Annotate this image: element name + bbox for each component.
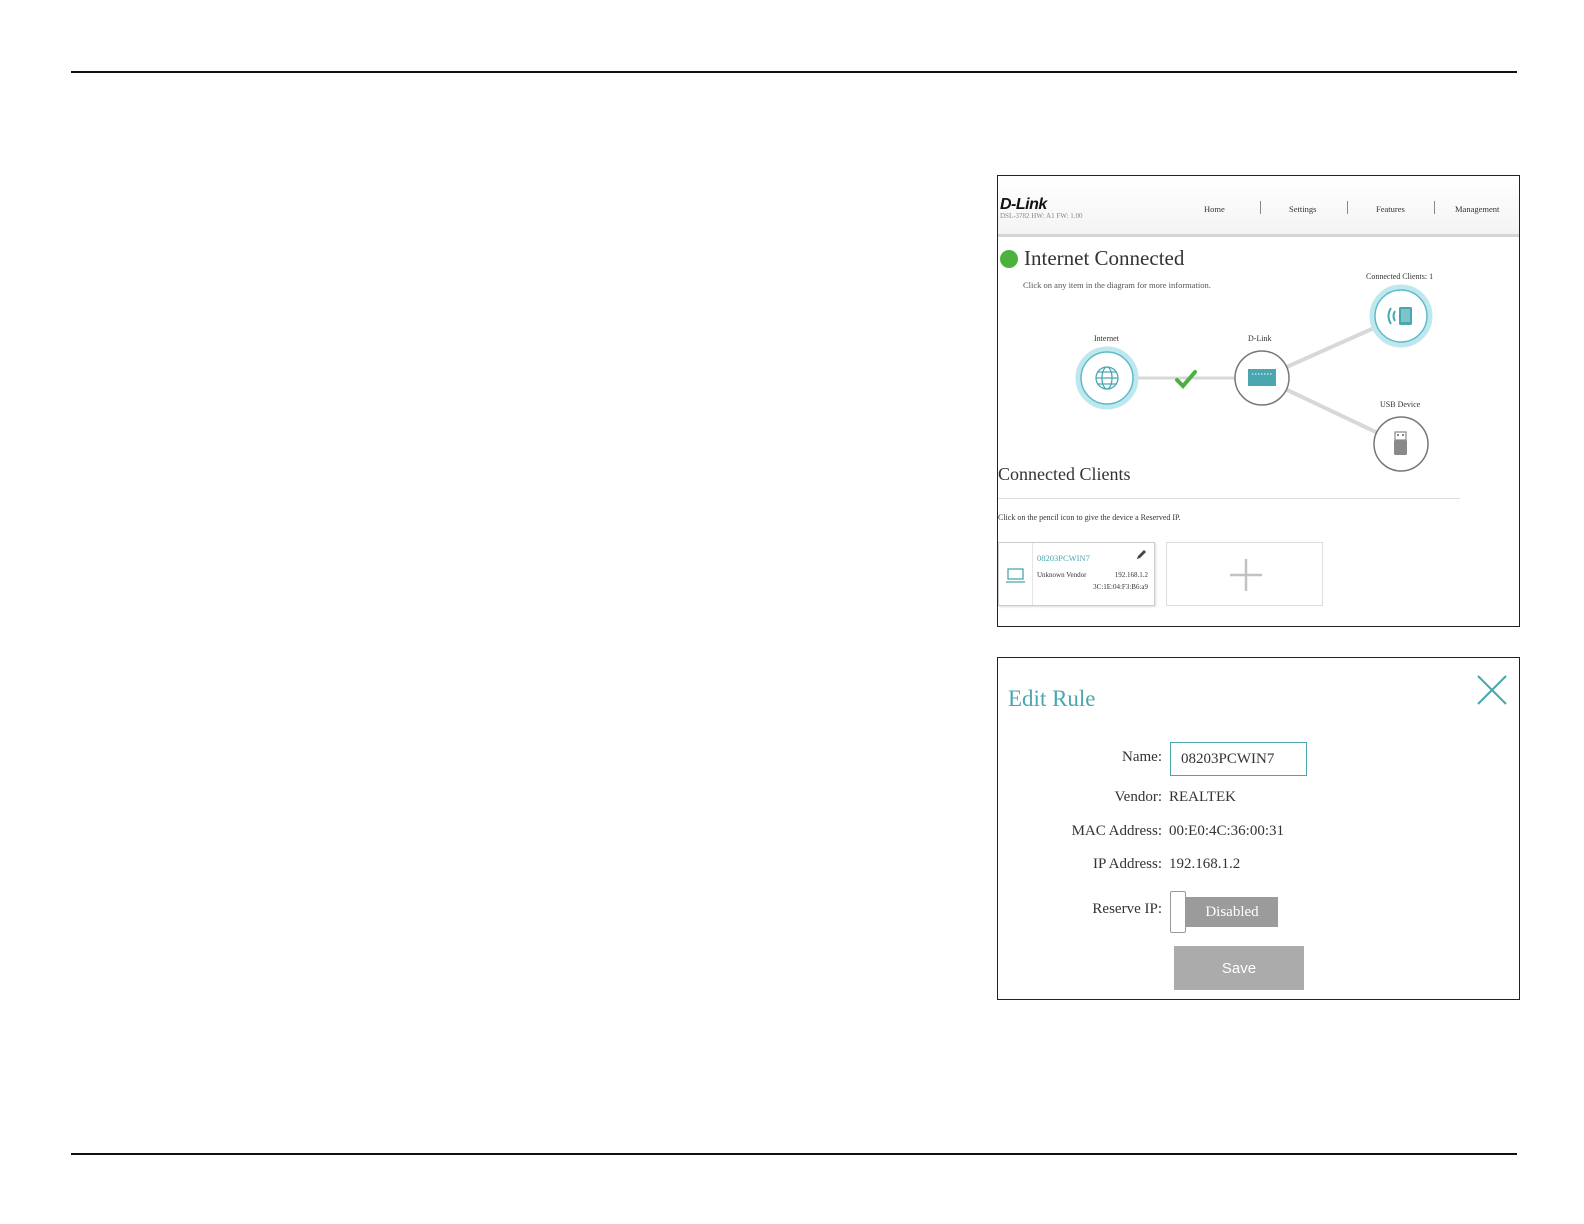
ip-label: IP Address: bbox=[1092, 856, 1162, 872]
client-mac: 3C:1E:04:F3:B6:a9 bbox=[1093, 583, 1148, 591]
bottom-rule bbox=[71, 1153, 1517, 1155]
toggle-state-label: Disabled bbox=[1186, 897, 1278, 927]
plus-icon bbox=[1230, 559, 1262, 591]
usb-label: USB Device bbox=[1380, 400, 1421, 409]
laptop-icon bbox=[1006, 568, 1025, 583]
reserve-ip-label: Reserve IP: bbox=[1092, 901, 1162, 917]
usb-node[interactable] bbox=[1373, 416, 1429, 472]
name-label: Name: bbox=[1122, 749, 1162, 765]
vendor-label: Vendor: bbox=[1114, 789, 1163, 805]
client-ip: 192.168.1.2 bbox=[1114, 571, 1148, 579]
clients-count-label: Connected Clients: 1 bbox=[1366, 272, 1434, 281]
connected-clients-title: Connected Clients bbox=[998, 464, 1131, 484]
router-home-screenshot: D-Link DSL-3782 HW: A1 FW: 1.00 Home Set… bbox=[997, 175, 1520, 627]
name-input[interactable] bbox=[1170, 742, 1307, 776]
mac-value: 00:E0:4C:36:00:31 bbox=[1169, 823, 1285, 839]
add-client-button[interactable] bbox=[1166, 542, 1323, 606]
edit-rule-screenshot: Edit Rule Name: Vendor: REALTEK MAC Addr… bbox=[997, 657, 1520, 1000]
top-rule bbox=[71, 71, 1517, 73]
card-side-panel bbox=[999, 543, 1033, 605]
client-name: 08203PCWIN7 bbox=[1037, 553, 1090, 563]
client-vendor: Unknown Vendor bbox=[1037, 571, 1087, 579]
pencil-edit-icon[interactable] bbox=[1135, 548, 1148, 561]
router-node[interactable] bbox=[1234, 350, 1290, 406]
connected-clients-hint: Click on the pencil icon to give the dev… bbox=[998, 513, 1181, 522]
usb-drive-icon bbox=[1394, 431, 1407, 455]
save-button[interactable]: Save bbox=[1174, 946, 1304, 990]
vendor-value: REALTEK bbox=[1169, 789, 1236, 805]
router-label: D-Link bbox=[1248, 334, 1272, 343]
mac-label: MAC Address: bbox=[1071, 823, 1162, 839]
edit-rule-title: Edit Rule bbox=[1008, 686, 1096, 711]
internet-label: Internet bbox=[1094, 334, 1119, 343]
network-diagram bbox=[1075, 284, 1433, 472]
client-card[interactable]: 08203PCWIN7 Unknown Vendor 192.168.1.2 3… bbox=[998, 542, 1155, 606]
ip-value: 192.168.1.2 bbox=[1169, 856, 1241, 872]
clients-node[interactable] bbox=[1369, 284, 1433, 348]
toggle-knob[interactable] bbox=[1170, 891, 1186, 933]
internet-node[interactable] bbox=[1075, 346, 1139, 410]
section-divider bbox=[998, 498, 1460, 499]
router-icon bbox=[1248, 369, 1276, 386]
close-icon[interactable] bbox=[1476, 674, 1508, 706]
